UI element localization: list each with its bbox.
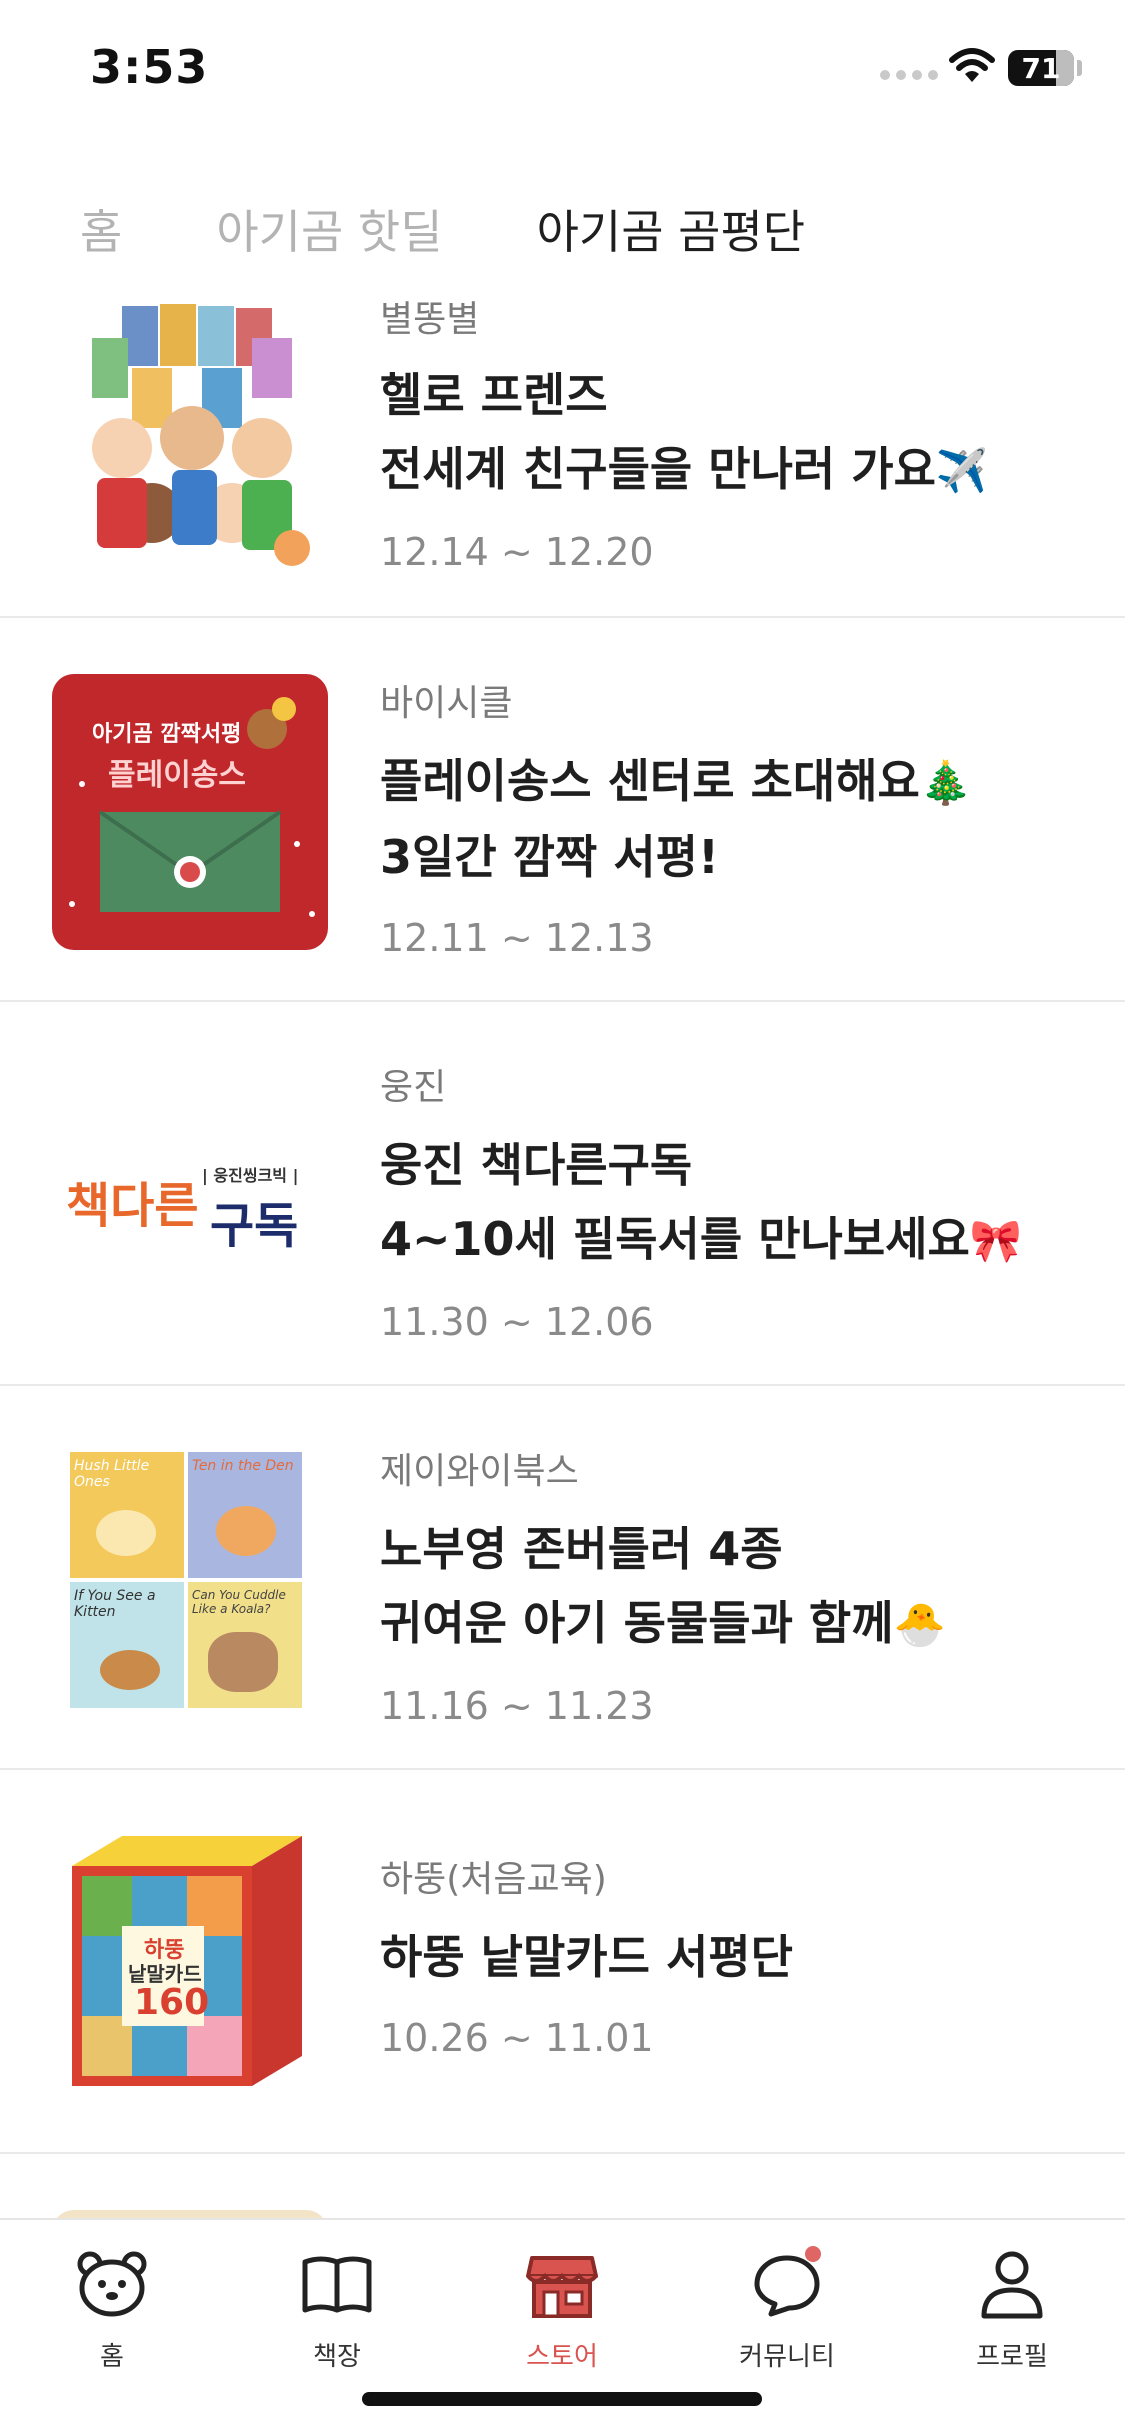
nav-store[interactable]: 스토어 xyxy=(482,2244,642,2373)
book-cover-title: Hush Little Ones xyxy=(74,1458,150,1490)
event-date: 12.14 ~ 12.20 xyxy=(380,530,654,574)
publisher-name: 별똥별 xyxy=(380,299,480,340)
card-box-thumbnail: 하뚱 낱말카드 160 xyxy=(52,1826,328,2102)
playsongs-thumbnail: 아기곰 깜짝서평 플레이송스 xyxy=(52,674,328,950)
home-indicator[interactable] xyxy=(362,2392,762,2406)
event-date: 12.11 ~ 12.13 xyxy=(380,916,654,960)
nav-bookshelf[interactable]: 책장 xyxy=(257,2244,417,2373)
box-number: 160 xyxy=(134,1982,210,2023)
woongjin-logo-thumbnail: 책다른 | 웅진씽크빅 | 구독 xyxy=(52,1058,328,1334)
tab-home[interactable]: 홈 xyxy=(80,196,122,262)
list-item[interactable]: 하뚱 낱말카드 160 하뚱(처음교육) 하뚱 낱말카드 서평단 10.26 ~… xyxy=(0,1770,1125,2154)
store-icon xyxy=(526,2256,598,2318)
nav-bookshelf-label: 책장 xyxy=(313,2342,361,2372)
list-item[interactable]: 책다른 | 웅진씽크빅 | 구독 웅진 웅진 책다른구독 4~10세 필독서를 … xyxy=(0,1002,1125,1386)
book-icon xyxy=(302,2256,372,2313)
logo-text-a: 책다른 xyxy=(66,1178,199,1234)
hatching-chick-icon: 🐣 xyxy=(893,1600,946,1649)
publisher-name: 제이와이북스 xyxy=(380,1451,579,1492)
top-tabs: 홈 아기곰 핫딜 아기곰 곰평단 xyxy=(80,196,899,262)
list-item[interactable]: 별똥별 헬로 프렌즈 전세계 친구들을 만나러 가요✈️ 12.14 ~ 12.… xyxy=(0,270,1125,618)
nav-community[interactable]: 커뮤니티 xyxy=(707,2244,867,2373)
event-title: 하뚱 낱말카드 서평단 xyxy=(380,1930,793,1984)
nav-home-label: 홈 xyxy=(100,2342,124,2372)
book-cover-title: If You See a Kitten xyxy=(74,1588,156,1620)
publisher-name: 웅진 xyxy=(380,1067,447,1108)
airplane-icon: ✈️ xyxy=(935,446,989,495)
publisher-name: 하뚱(처음교육) xyxy=(380,1859,607,1900)
signal-icon xyxy=(880,70,938,80)
battery-icon: 71 xyxy=(1008,50,1074,86)
publisher-name: 바이시클 xyxy=(380,683,513,724)
event-subtitle: 3일간 깜짝 서평! xyxy=(380,830,719,884)
event-subtitle: 전세계 친구들을 만나러 가요 xyxy=(380,442,936,496)
status-bar: 3:53 71 xyxy=(0,0,1125,140)
book-cover-title: Ten in the Den xyxy=(192,1458,294,1474)
event-title: 웅진 책다른구독 xyxy=(380,1138,693,1192)
event-title: 플레이송스 센터로 초대해요 xyxy=(380,754,920,808)
nav-store-label: 스토어 xyxy=(526,2342,598,2372)
event-date: 11.30 ~ 12.06 xyxy=(380,1300,654,1344)
event-title: 헬로 프렌즈 xyxy=(380,368,608,422)
event-subtitle: 귀여운 아기 동물들과 함께 xyxy=(380,1596,894,1650)
event-title: 노부영 존버틀러 4종 xyxy=(380,1522,783,1576)
list-item[interactable] xyxy=(0,2154,1125,2220)
event-date: 10.26 ~ 11.01 xyxy=(380,2016,654,2060)
event-subtitle: 4~10세 필독서를 만나보세요 xyxy=(380,1212,970,1266)
ribbon-icon: 🎀 xyxy=(969,1216,1023,1265)
tab-hotdeal[interactable]: 아기곰 핫딜 xyxy=(216,196,442,262)
christmas-tree-icon: 🎄 xyxy=(919,758,973,807)
event-date: 11.16 ~ 11.23 xyxy=(380,1684,654,1728)
logo-text-b: 구독 xyxy=(210,1198,299,1254)
status-time: 3:53 xyxy=(90,40,209,94)
list-item[interactable]: Hush Little Ones Ten in the Den If You S… xyxy=(0,1386,1125,1770)
nav-profile[interactable]: 프로필 xyxy=(932,2244,1092,2373)
tab-review-group[interactable]: 아기곰 곰평단 xyxy=(537,196,806,262)
chat-icon xyxy=(754,2246,821,2317)
wifi-icon xyxy=(949,48,995,82)
logo-text-c: | 웅진씽크빅 | xyxy=(202,1166,299,1185)
list-item[interactable]: 아기곰 깜짝서평 플레이송스 바이시클 플레이송스 센터로 초대해요🎄 3일간 … xyxy=(0,618,1125,1002)
book-cover-title: Can You Cuddle Like a Koala? xyxy=(192,1588,286,1616)
nav-community-label: 커뮤니티 xyxy=(739,2342,835,2372)
bear-icon xyxy=(77,2251,147,2317)
review-event-list: 별똥별 헬로 프렌즈 전세계 친구들을 만나러 가요✈️ 12.14 ~ 12.… xyxy=(0,270,1125,2220)
person-icon xyxy=(981,2251,1043,2319)
book-covers-thumbnail: Hush Little Ones Ten in the Den If You S… xyxy=(52,1442,328,1718)
nav-home[interactable]: 홈 xyxy=(32,2244,192,2373)
book-set-thumbnail xyxy=(52,298,328,574)
nav-profile-label: 프로필 xyxy=(976,2342,1048,2372)
